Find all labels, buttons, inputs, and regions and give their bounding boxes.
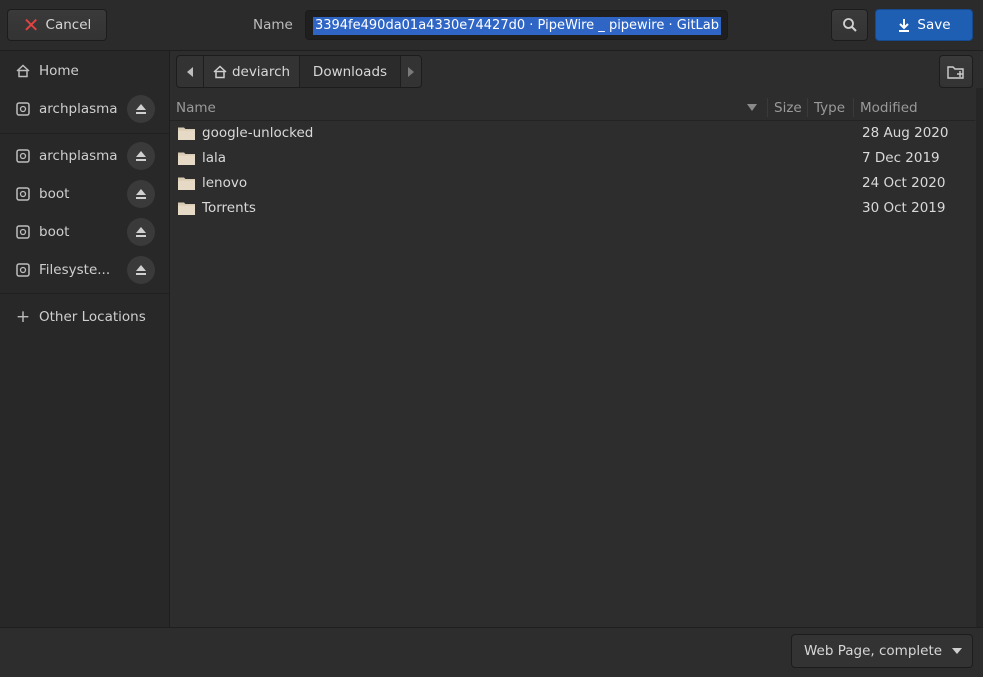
file-name: lenovo xyxy=(202,175,248,191)
eject-button[interactable] xyxy=(127,256,155,284)
file-modified: 24 Oct 2020 xyxy=(862,175,946,191)
sidebar-item-boot-1[interactable]: boot xyxy=(0,177,169,211)
download-icon xyxy=(899,19,910,32)
file-type-select[interactable]: Web Page, complete xyxy=(791,634,973,668)
sidebar-item-home[interactable]: Home xyxy=(0,54,169,88)
eject-button[interactable] xyxy=(127,180,155,208)
save-label: Save xyxy=(917,17,951,33)
places-sidebar: Home archplasma archplasma boot boot Fil… xyxy=(0,51,170,627)
path-scroll-left-button[interactable] xyxy=(177,56,204,87)
header-bar: ✕ Cancel Name 3394fe490da01a4330e74427d0… xyxy=(0,0,983,51)
folder-icon xyxy=(178,127,195,140)
search-button[interactable] xyxy=(831,9,868,41)
home-icon xyxy=(16,64,30,78)
scrollbar[interactable] xyxy=(976,88,983,628)
sidebar-item-other-locations[interactable]: + Other Locations xyxy=(0,300,169,334)
close-icon: ✕ xyxy=(22,13,40,37)
column-name[interactable]: Name xyxy=(176,100,216,116)
sidebar-item-label: Filesyste... xyxy=(39,262,111,278)
file-type-value: Web Page, complete xyxy=(804,643,943,659)
column-modified[interactable]: Modified xyxy=(860,100,918,116)
new-folder-button[interactable] xyxy=(939,55,973,88)
eject-button[interactable] xyxy=(127,218,155,246)
name-label: Name xyxy=(253,17,293,33)
column-separator xyxy=(767,98,768,117)
path-current-label: Downloads xyxy=(312,63,388,80)
sidebar-item-archplasma-2[interactable]: archplasma xyxy=(0,139,169,173)
home-icon xyxy=(213,64,227,78)
path-button-home[interactable]: deviarch xyxy=(204,56,300,87)
sidebar-item-label: archplasma xyxy=(39,101,118,117)
table-row[interactable]: lenovo 24 Oct 2020 xyxy=(170,171,975,196)
sidebar-item-label: boot xyxy=(39,186,70,202)
eject-icon xyxy=(136,151,146,161)
search-icon xyxy=(842,18,857,32)
file-name: google-unlocked xyxy=(202,125,314,141)
column-separator xyxy=(853,98,854,117)
file-modified: 7 Dec 2019 xyxy=(862,150,940,166)
plus-icon: + xyxy=(15,307,31,327)
save-button[interactable]: Save xyxy=(875,9,973,41)
filename-input[interactable]: 3394fe490da01a4330e74427d0 · PipeWire _ … xyxy=(305,10,728,40)
eject-icon xyxy=(136,227,146,237)
table-row[interactable]: google-unlocked 28 Aug 2020 xyxy=(170,121,975,146)
sidebar-item-filesystem[interactable]: Filesyste... xyxy=(0,253,169,287)
chevron-left-icon xyxy=(187,66,193,77)
sort-descending-icon xyxy=(747,104,757,111)
path-button-current[interactable]: Downloads xyxy=(300,56,401,87)
filename-value: 3394fe490da01a4330e74427d0 · PipeWire _ … xyxy=(312,17,721,35)
sidebar-separator xyxy=(0,133,169,134)
new-folder-icon xyxy=(947,65,964,79)
sidebar-item-archplasma-1[interactable]: archplasma xyxy=(0,92,169,126)
file-modified: 28 Aug 2020 xyxy=(862,125,949,141)
eject-icon xyxy=(136,104,146,114)
sidebar-item-label: boot xyxy=(39,224,70,240)
sidebar-item-label: Other Locations xyxy=(39,309,146,325)
eject-icon xyxy=(136,265,146,275)
table-row[interactable]: lala 7 Dec 2019 xyxy=(170,146,975,171)
column-type[interactable]: Type xyxy=(814,100,845,116)
column-size[interactable]: Size xyxy=(774,100,802,116)
folder-icon xyxy=(178,152,195,165)
path-scroll-right-button[interactable] xyxy=(401,56,421,87)
sidebar-item-label: Home xyxy=(39,63,79,79)
chevron-right-icon xyxy=(408,66,414,77)
chevron-down-icon xyxy=(952,648,962,654)
drive-icon xyxy=(16,263,30,277)
sidebar-item-boot-2[interactable]: boot xyxy=(0,215,169,249)
table-row[interactable]: Torrents 30 Oct 2019 xyxy=(170,196,975,221)
cancel-button[interactable]: ✕ Cancel xyxy=(7,9,107,41)
column-separator xyxy=(807,98,808,117)
drive-icon xyxy=(16,187,30,201)
file-name: lala xyxy=(202,150,227,166)
drive-icon xyxy=(16,225,30,239)
drive-icon xyxy=(16,102,30,116)
cancel-label: Cancel xyxy=(45,17,92,33)
path-home-label: deviarch xyxy=(231,63,291,80)
sidebar-separator xyxy=(0,293,169,294)
file-name: Torrents xyxy=(202,200,256,216)
eject-button[interactable] xyxy=(127,95,155,123)
file-list-header: Name Size Type Modified xyxy=(170,95,975,121)
file-modified: 30 Oct 2019 xyxy=(862,200,946,216)
drive-icon xyxy=(16,149,30,163)
eject-icon xyxy=(136,189,146,199)
path-bar: deviarch Downloads xyxy=(176,55,422,88)
sidebar-item-label: archplasma xyxy=(39,148,118,164)
folder-icon xyxy=(178,202,195,215)
eject-button[interactable] xyxy=(127,142,155,170)
folder-icon xyxy=(178,177,195,190)
